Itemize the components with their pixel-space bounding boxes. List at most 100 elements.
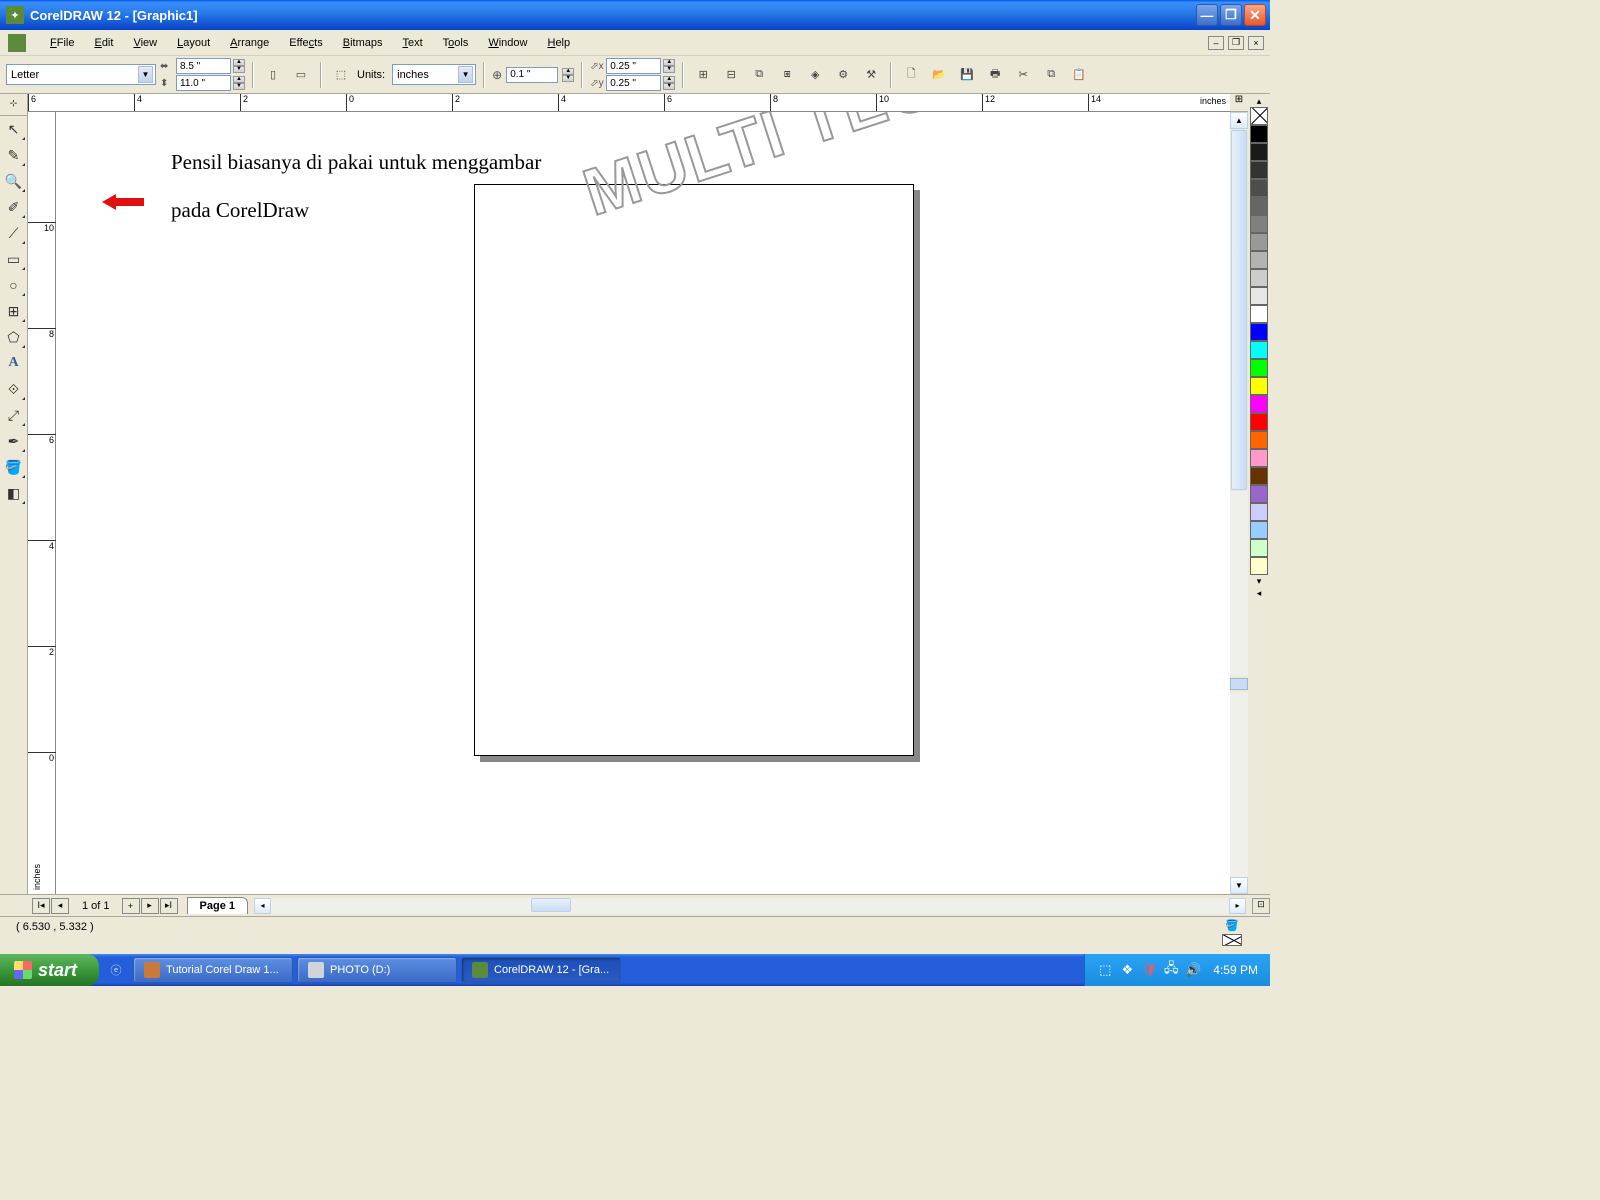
cut-button[interactable]: ✂ [1011,63,1035,87]
prev-page-button[interactable]: ◂ [51,898,69,914]
color-swatch[interactable] [1250,503,1268,521]
mdi-close-button[interactable]: × [1248,36,1264,50]
spin-down-button[interactable]: ▼ [562,75,574,82]
system-clock[interactable]: 4:59 PM [1213,963,1258,977]
interactive-fill-tool[interactable]: ◧ [2,481,26,505]
volume-icon[interactable]: 🔊 [1185,962,1201,978]
first-page-button[interactable]: I◂ [32,898,50,914]
close-button[interactable]: ✕ [1244,4,1266,26]
fill-tool[interactable]: 🪣 [2,455,26,479]
start-button[interactable]: start [0,954,99,986]
options-button[interactable]: ⚙ [831,63,855,87]
color-swatch[interactable] [1250,251,1268,269]
portrait-button[interactable]: ▯ [261,63,285,87]
color-swatch[interactable] [1250,539,1268,557]
drawing-canvas[interactable]: Pensil biasanya di pakai untuk menggamba… [56,112,1230,894]
color-swatch[interactable] [1250,413,1268,431]
duplicate-x-input[interactable]: 0.25 " [606,58,661,74]
color-swatch[interactable] [1250,485,1268,503]
color-swatch[interactable] [1250,305,1268,323]
taskbar-item[interactable]: Tutorial Corel Draw 1... [133,957,293,983]
shape-tool[interactable]: ✎ [2,143,26,167]
menu-effects[interactable]: Effects [279,34,332,52]
snap-grid-button[interactable]: ⊞ [691,63,715,87]
color-swatch[interactable] [1250,377,1268,395]
page-tab[interactable]: Page 1 [187,897,248,914]
menu-arrange[interactable]: Arrange [220,34,279,52]
pick-tool[interactable]: ↖ [2,117,26,141]
add-page-button[interactable]: + [122,898,140,914]
vertical-scrollbar[interactable]: ⊞ ▲ ▼ [1230,94,1248,894]
no-fill-indicator[interactable] [1222,934,1242,946]
freehand-tool[interactable]: ✐ [2,195,26,219]
snap-objects-button[interactable]: ⧉ [747,63,771,87]
docker-handle[interactable] [1230,678,1248,690]
color-swatch[interactable] [1250,341,1268,359]
color-swatch[interactable] [1250,449,1268,467]
fill-indicator-icon[interactable]: 🪣 [1225,919,1239,932]
palette-scroll-down[interactable]: ▾ [1257,575,1262,587]
spin-down-button[interactable]: ▼ [233,66,245,73]
scroll-up-button[interactable]: ▲ [1230,112,1248,129]
color-swatch[interactable] [1250,125,1268,143]
palette-scroll-up[interactable]: ▴ [1257,95,1262,107]
menu-text[interactable]: Text [392,34,432,52]
horizontal-ruler[interactable]: 6 4 2 0 2 4 6 8 10 12 14 inches [28,94,1230,112]
next-page-button[interactable]: ▸ [141,898,159,914]
scroll-thumb[interactable] [531,898,571,912]
spin-down-button[interactable]: ▼ [233,83,245,90]
text-tool[interactable]: A [2,351,26,375]
scroll-right-button[interactable]: ▸ [1229,898,1246,914]
tray-icon[interactable]: ❖ [1119,962,1135,978]
color-swatch[interactable] [1250,359,1268,377]
taskbar-item[interactable]: PHOTO (D:) [297,957,457,983]
color-swatch[interactable] [1250,431,1268,449]
color-swatch[interactable] [1250,557,1268,575]
mdi-restore-button[interactable]: ❐ [1228,36,1244,50]
ruler-origin[interactable]: ⊹ [0,98,28,116]
menu-layout[interactable]: Layout [167,34,220,52]
vertical-ruler[interactable]: 10 8 6 4 2 0 inches [28,112,56,894]
paste-button[interactable]: 📋 [1067,63,1091,87]
docker-toggle-icon[interactable]: ⊞ [1230,94,1248,112]
color-swatch[interactable] [1250,521,1268,539]
menu-file[interactable]: FFileFile [40,34,84,52]
navigator-button[interactable]: ⊡ [1252,898,1270,914]
mdi-minimize-button[interactable]: – [1208,36,1224,50]
scroll-thumb[interactable] [1231,130,1247,490]
tray-icon[interactable]: 🖧 [1163,962,1179,978]
page-setup-button[interactable]: ⬚ [329,63,353,87]
drawing-page[interactable] [474,184,914,756]
print-button[interactable]: 🖶 [983,63,1007,87]
horizontal-scrollbar[interactable]: ◂ ▸ [254,898,1246,914]
spin-up-button[interactable]: ▲ [233,59,245,66]
scroll-left-button[interactable]: ◂ [254,898,271,914]
menu-view[interactable]: View [123,34,167,52]
new-button[interactable]: 🗋 [899,63,923,87]
graph-paper-tool[interactable]: ⊞ [2,299,26,323]
duplicate-y-input[interactable]: 0.25 " [606,75,661,91]
snap-dynamic-button[interactable]: ⧆ [775,63,799,87]
landscape-button[interactable]: ▭ [289,63,313,87]
quicklaunch-ie-icon[interactable]: ⓔ [103,957,129,983]
spin-up-button[interactable]: ▲ [562,68,574,75]
color-swatch[interactable] [1250,287,1268,305]
menu-tools[interactable]: Tools [433,34,479,52]
zoom-tool[interactable]: 🔍 [2,169,26,193]
color-swatch[interactable] [1250,215,1268,233]
scroll-down-button[interactable]: ▼ [1230,877,1248,894]
maximize-button[interactable]: ❐ [1220,4,1242,26]
ellipse-tool[interactable]: ○ [2,273,26,297]
outline-tool[interactable]: ✒ [2,429,26,453]
color-swatch[interactable] [1250,179,1268,197]
rectangle-tool[interactable]: ▭ [2,247,26,271]
snap-guidelines-button[interactable]: ⊟ [719,63,743,87]
paper-size-combo[interactable]: Letter ▼ [6,64,156,85]
open-button[interactable]: 📂 [927,63,951,87]
page-width-input[interactable]: 8.5 " [176,58,231,74]
security-shield-icon[interactable]: 🛡 [1141,962,1157,978]
copy-button[interactable]: ⧉ [1039,63,1063,87]
menu-window[interactable]: Window [478,34,537,52]
document-icon[interactable] [8,34,26,52]
minimize-button[interactable]: — [1196,4,1218,26]
